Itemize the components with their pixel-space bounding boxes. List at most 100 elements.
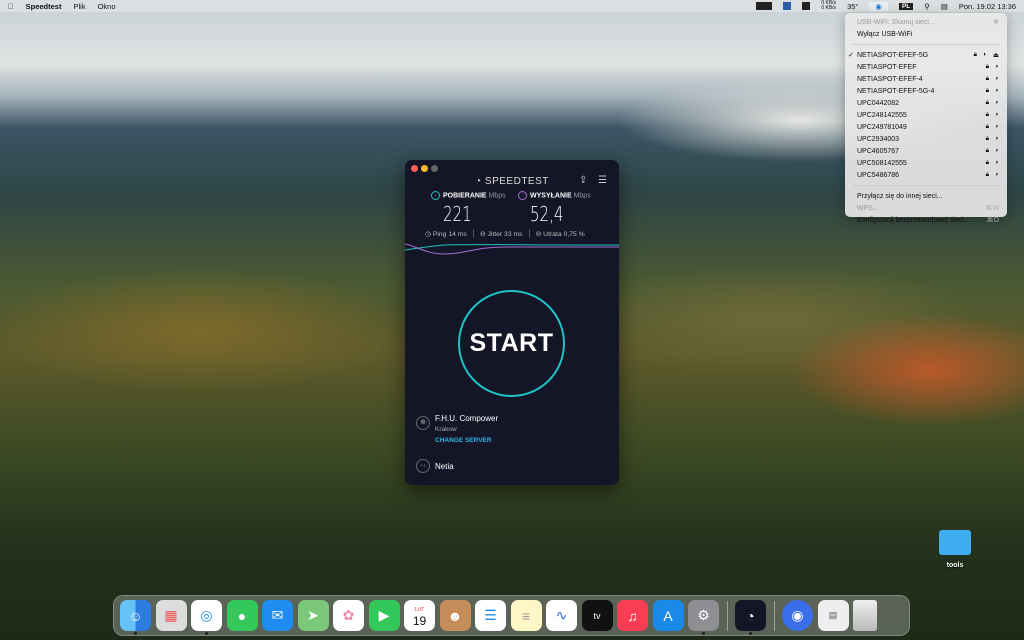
dock-freeform[interactable]: ∿: [546, 600, 577, 631]
dock-divider: [773, 600, 775, 631]
isp-icon: ‹·›: [416, 459, 430, 473]
menu-bar:  Speedtest Plik Okno 0 KB/s0 KB/s 35° ◉…: [0, 0, 1024, 12]
lock-icon: 🔒︎: [985, 75, 990, 82]
datetime[interactable]: Pon. 19.02 13:36: [959, 2, 1016, 11]
cpu-monitor-icon[interactable]: [756, 2, 773, 10]
dock-screenshot-preview[interactable]: ▤: [817, 600, 849, 631]
wireless-config[interactable]: Konfiguracji bezprzewodowej sieci... ⌘O: [845, 214, 1007, 226]
wifi-network-item[interactable]: NETIASPOT-EFEF 🔒︎ ◗: [845, 61, 1007, 73]
wifi-network-item[interactable]: UPC5486786 🔒︎ ◗: [845, 169, 1007, 181]
dock-notes[interactable]: ≡: [510, 600, 542, 631]
gauge-icon: ◔: [475, 176, 485, 187]
dock-music[interactable]: ♫: [617, 600, 648, 631]
join-other-network[interactable]: Przyłącz się do innej sieci...: [845, 190, 1007, 202]
wifi-network-item[interactable]: UPC2934003 🔒︎ ◗: [845, 133, 1007, 145]
divider: [853, 185, 999, 186]
dock-safari[interactable]: ◎: [191, 600, 222, 635]
wifi-signal-icon: ◗: [995, 63, 999, 70]
globe-icon: ⊕: [416, 416, 430, 430]
eject-icon: ⏏: [992, 52, 999, 59]
control-center-icon[interactable]: ▤: [941, 2, 948, 11]
dock-calendar[interactable]: LUT 19: [404, 600, 435, 631]
wifi-network-item[interactable]: UPC4605767 🔒︎ ◗: [845, 145, 1007, 157]
lock-icon: 🔒︎: [985, 171, 990, 178]
dock-compass-app[interactable]: ◉: [782, 600, 813, 631]
dock-speedtest[interactable]: ◔: [735, 600, 766, 635]
wifi-network-item[interactable]: ✓ NETIASPOT-EFEF-5G 🔒︎ ◗ ⏏: [845, 49, 1007, 61]
speedtest-window: ◔ SPEEDTEST ⇪ ☰ ↓ POBIERANIE Mbps ↑ WYSYŁA…: [405, 160, 619, 485]
share-icon[interactable]: ⇪: [579, 175, 587, 186]
disk-monitor-icon[interactable]: [802, 2, 811, 10]
dock-launchpad[interactable]: ▦: [155, 600, 187, 631]
lock-icon: 🔒︎: [985, 63, 990, 70]
menu-okno[interactable]: Okno: [98, 2, 116, 11]
wifi-signal-icon: ◗: [995, 171, 999, 178]
upload-label: ↑ WYSYŁANIE Mbps: [518, 191, 591, 200]
wifi-network-item[interactable]: UPC248142555 🔒︎ ◗: [845, 109, 1007, 121]
server-name: F.H.U. Compower: [435, 414, 499, 423]
dock-tv[interactable]: tv: [581, 600, 613, 631]
wifi-signal-icon: ◗: [995, 75, 999, 82]
desktop-folder-tools[interactable]: tools: [938, 530, 972, 569]
lock-icon: 🔒︎: [985, 123, 990, 130]
dock: ☺ ▦ ◎ ● ✉ ➤ ✿ ▶ LUT 19 ☻ ☰ ≡ ∿ tv ♫ A ⚙ ◔…: [113, 595, 910, 636]
apple-icon[interactable]: : [8, 2, 14, 11]
wifi-network-item[interactable]: NETIASPOT-EFEF-4 🔒︎ ◗: [845, 73, 1007, 85]
dock-maps[interactable]: ➤: [297, 600, 329, 631]
wifi-signal-icon: ◗: [995, 87, 999, 94]
dock-mail[interactable]: ✉: [262, 600, 293, 631]
menu-app-name[interactable]: Speedtest: [26, 2, 62, 11]
jitter: ⊖ Jitter 33 ms: [479, 230, 523, 238]
wifi-network-item[interactable]: NETIASPOT-EFEF-5G-4 🔒︎ ◗: [845, 85, 1007, 97]
wifi-network-item[interactable]: UPC0442082 🔒︎ ◗: [845, 97, 1007, 109]
packet-loss: ⊖ Utrata 0,75 %: [535, 230, 585, 238]
temperature[interactable]: 35°: [847, 2, 858, 11]
wifi-signal-icon: ◗: [982, 51, 987, 58]
dock-finder[interactable]: ☺: [120, 600, 151, 635]
lock-icon: 🔒︎: [985, 87, 990, 94]
minimize-button[interactable]: [421, 165, 428, 172]
close-button[interactable]: [411, 165, 418, 172]
spinner-icon: ✻: [993, 19, 999, 26]
download-label: ↓ POBIERANIE Mbps: [431, 191, 506, 200]
network-monitor[interactable]: 0 KB/s 0 KB/s: [821, 1, 836, 11]
wifi-signal-icon: ◗: [995, 111, 999, 118]
wifi-signal-icon: ◗: [995, 135, 999, 142]
memory-monitor-icon[interactable]: [783, 2, 792, 10]
speed-graph: [405, 243, 619, 255]
dock-photos[interactable]: ✿: [333, 600, 364, 631]
dock-messages[interactable]: ●: [226, 600, 258, 631]
dock-app-store[interactable]: A: [652, 600, 684, 631]
wifi-icon[interactable]: ◉: [869, 1, 888, 11]
lock-icon: 🔒︎: [985, 135, 990, 142]
settings-sliders-icon[interactable]: ☰: [598, 175, 607, 186]
zoom-button[interactable]: [431, 165, 438, 172]
dock-facetime[interactable]: ▶: [368, 600, 400, 631]
upload-value: 52,4: [530, 202, 564, 226]
change-server-link[interactable]: CHANGE SERVER: [435, 437, 492, 444]
lock-icon: 🔒︎: [973, 51, 977, 58]
wifi-signal-icon: ◗: [995, 99, 999, 106]
wifi-network-item[interactable]: UPC508142555 🔒︎ ◗: [845, 157, 1007, 169]
dock-system-settings[interactable]: ⚙: [688, 600, 719, 635]
wifi-signal-icon: ◗: [995, 123, 999, 130]
server-city: Krakow: [435, 426, 457, 433]
ping: ◷ Ping 14 ms: [425, 230, 467, 238]
lock-icon: 🔒︎: [985, 159, 990, 166]
lock-icon: 🔒︎: [985, 111, 990, 118]
menu-plik[interactable]: Plik: [73, 2, 85, 11]
search-icon[interactable]: ⚲: [924, 2, 930, 11]
input-source[interactable]: PL: [898, 2, 914, 10]
lock-icon: 🔒︎: [985, 99, 990, 106]
download-icon: ↓: [431, 191, 440, 200]
dock-reminders[interactable]: ☰: [475, 600, 506, 631]
checkmark-icon: ✓: [848, 52, 854, 59]
toggle-wifi[interactable]: Wyłącz USB-WiFi: [845, 28, 1007, 40]
dock-contacts[interactable]: ☻: [439, 600, 471, 631]
wifi-network-item[interactable]: UPC249781049 🔒︎ ◗: [845, 121, 1007, 133]
dock-divider: [726, 600, 728, 631]
wifi-menu: USB-WiFi: Skanuj sieci... ✻ Wyłącz USB-Wi…: [845, 13, 1007, 224]
start-button[interactable]: START: [458, 290, 565, 397]
dock-trash[interactable]: [853, 600, 877, 631]
folder-icon: [939, 530, 971, 555]
